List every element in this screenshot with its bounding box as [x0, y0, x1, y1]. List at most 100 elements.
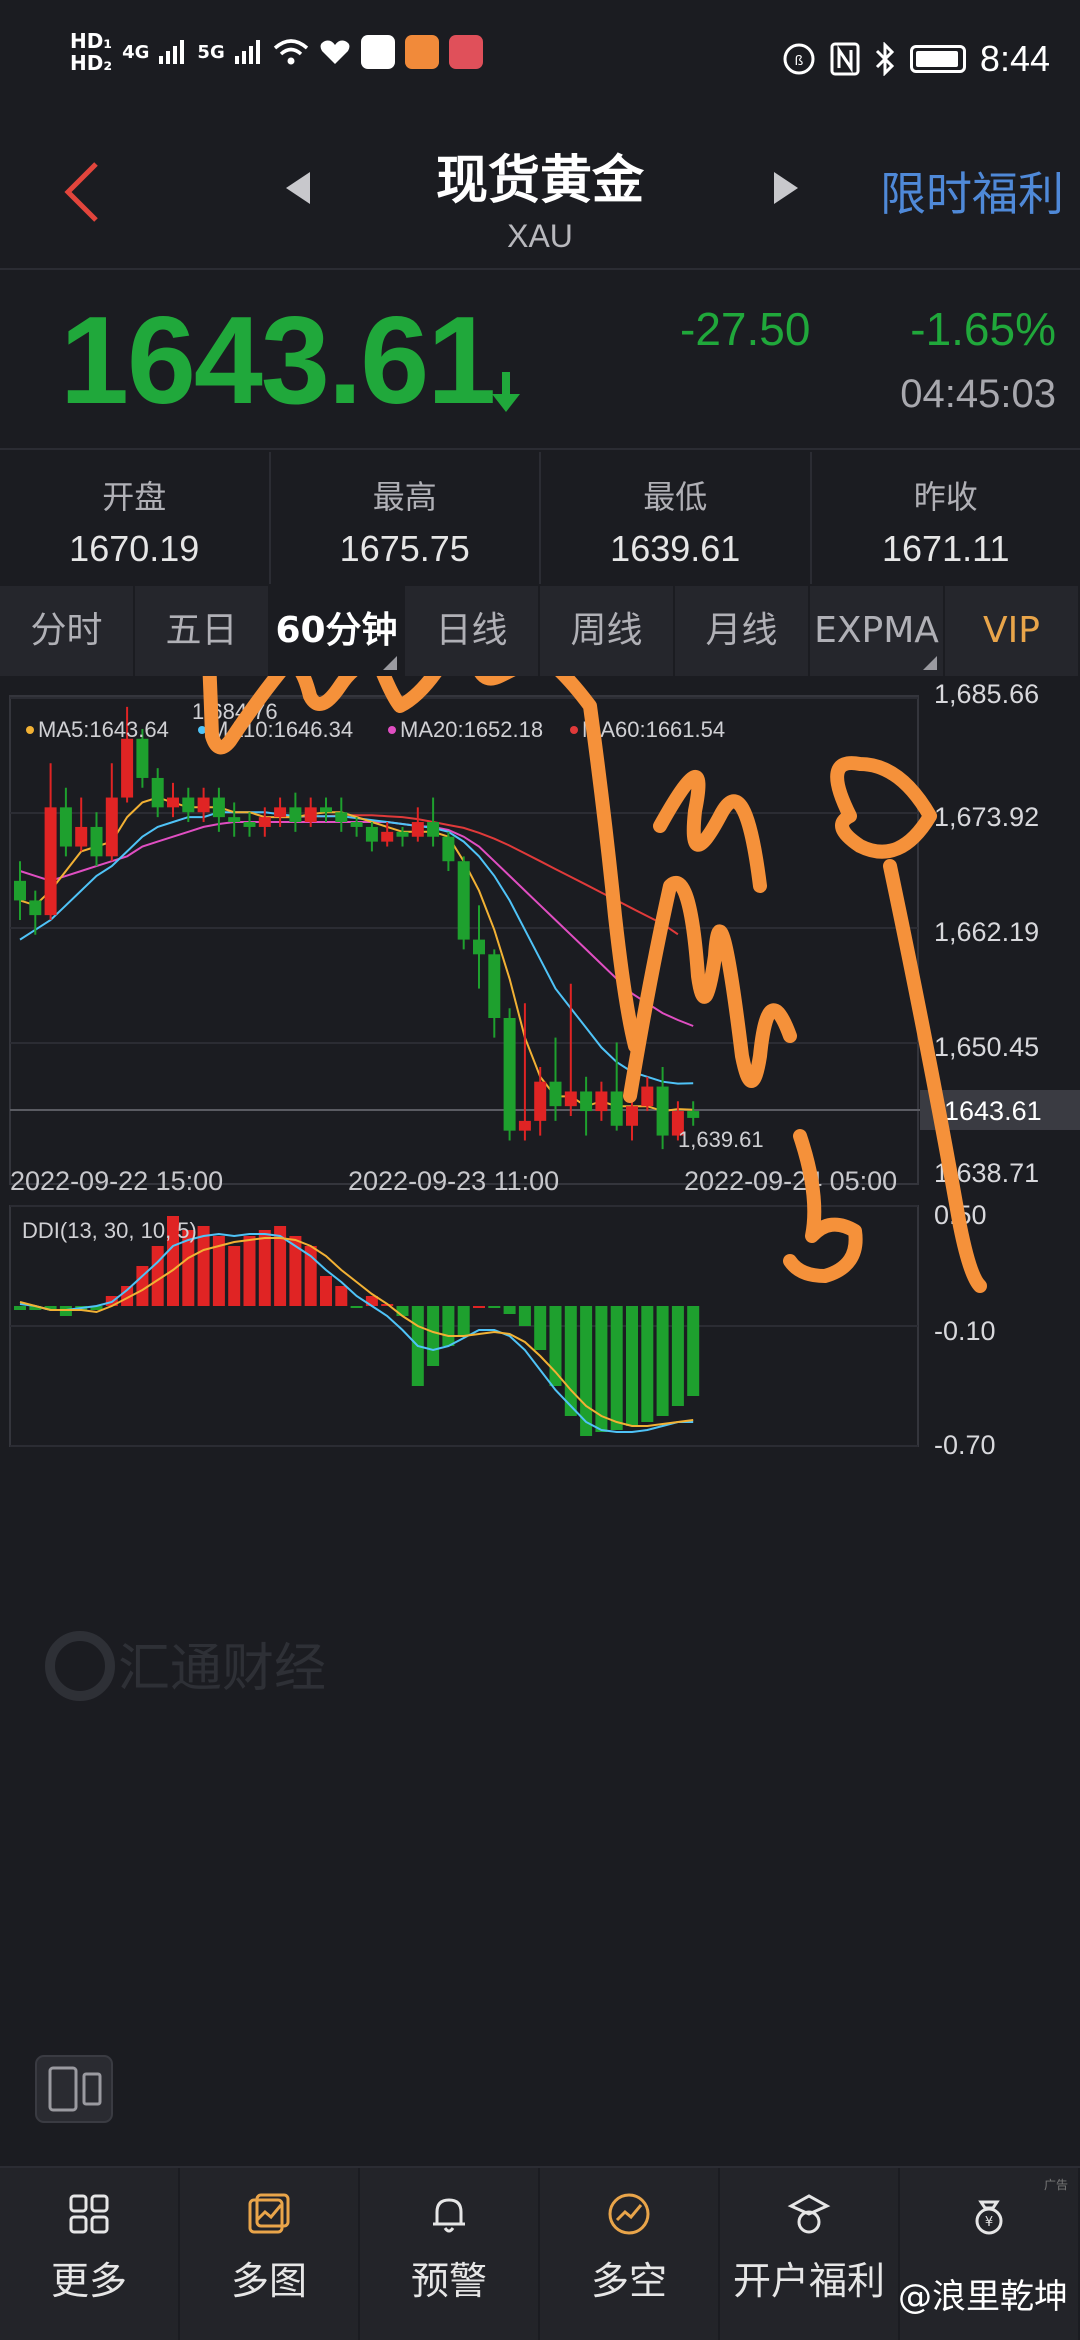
ddi-bar: [488, 1306, 501, 1308]
signal-bars-icon: [234, 40, 260, 64]
stat-value: 1675.75: [339, 528, 470, 569]
candle-body: [427, 822, 440, 837]
ddi-bar: [626, 1306, 638, 1426]
candle-body: [289, 807, 302, 823]
legend-label: MA20:1652.18: [400, 717, 543, 742]
candle-body: [687, 1111, 700, 1118]
candle-body: [29, 900, 42, 916]
candle-body: [304, 807, 317, 823]
ddi-bar: [396, 1306, 409, 1316]
candle-body: [335, 812, 348, 823]
price-change: -27.50: [680, 303, 811, 355]
tab-weekly[interactable]: 周线: [540, 586, 675, 676]
candlestick-chart[interactable]: 汇通财经 MA5:1643.64 MA10:1646.34 MA20:1652.18…: [0, 676, 1080, 2166]
candle-body: [243, 822, 256, 827]
candle-body: [564, 1091, 577, 1107]
price-change-percent: -1.65%: [910, 303, 1056, 355]
tab-expma[interactable]: EXPMA: [810, 586, 945, 676]
legend-label: MA60:1661.54: [582, 717, 725, 742]
candle-body: [365, 826, 378, 842]
ddi-bar: [151, 1246, 164, 1306]
candle-body: [442, 836, 455, 862]
y-tick-label: 1,662.19: [934, 917, 1039, 947]
ddi-bar: [687, 1306, 700, 1396]
legend-label: MA5:1643.64: [38, 717, 169, 742]
account-gift-icon: [787, 2194, 831, 2234]
ddi-bar: [641, 1306, 654, 1422]
legend-dot: [26, 726, 34, 734]
ma-legend: MA5:1643.64 MA10:1646.34 MA20:1652.18 MA60:…: [26, 717, 725, 742]
candle-body: [320, 807, 332, 813]
candle-body: [381, 831, 394, 842]
candle-body: [396, 831, 409, 837]
nfc-icon: [830, 42, 860, 76]
tab-intraday[interactable]: 分时: [0, 586, 135, 676]
candle-body: [656, 1086, 669, 1136]
stat-prev-close: 昨收 1671.11: [812, 452, 1080, 584]
candle-body: [534, 1081, 547, 1121]
nav-alert[interactable]: 预警: [360, 2168, 540, 2340]
candle-body: [641, 1086, 654, 1107]
ddi-bar: [442, 1306, 455, 1346]
tab-60min[interactable]: 60分钟: [270, 586, 405, 676]
quote-panel: 1643.61 -27.50 -1.65% 04:45:03: [0, 272, 1080, 450]
tab-vip[interactable]: VIP: [945, 586, 1080, 676]
period-tabs: 分时 五日 60分钟 日线 周线 月线 EXPMA VIP: [0, 586, 1080, 676]
tab-daily[interactable]: 日线: [405, 586, 540, 676]
bottom-nav: 更多 多图 预警 多空 开户福利 广告 ¥ @浪里乾坤: [0, 2166, 1080, 2340]
svg-text:¥: ¥: [985, 2215, 993, 2230]
candle-body: [59, 807, 72, 847]
svg-text:ß: ß: [795, 52, 804, 68]
ma20-line: [19, 821, 694, 1027]
candle-body: [197, 797, 210, 813]
low-price-label: 1,639.61: [678, 1127, 764, 1152]
bell-icon: [433, 2198, 465, 2233]
nav-open-account[interactable]: 开户福利: [720, 2168, 900, 2340]
chart-area[interactable]: 汇通财经 MA5:1643.64 MA10:1646.34 MA20:1652.18…: [0, 676, 1080, 2166]
x-tick-label: 2022-09-24 05:00: [684, 1166, 897, 1196]
nav-label-alert: 预警: [410, 2259, 487, 2303]
nav-multichart[interactable]: 多图: [180, 2168, 360, 2340]
ddi-y-tick-label: -0.70: [934, 1430, 996, 1460]
ddi-bar: [564, 1306, 577, 1416]
candle-body: [610, 1091, 623, 1126]
candle-body: [90, 826, 103, 857]
tab-five-day[interactable]: 五日: [135, 586, 270, 676]
nav-bull-bear[interactable]: 多空: [540, 2168, 720, 2340]
status-bar: HD₁ HD₂ 4G 5G ß 8:44: [0, 0, 1080, 108]
reader-app-icon: [448, 35, 483, 69]
next-instrument-icon[interactable]: [772, 168, 802, 208]
promo-link[interactable]: 限时福利: [880, 158, 1064, 224]
ddi-bar: [258, 1230, 271, 1306]
stat-low: 最低 1639.61: [541, 452, 812, 584]
ddi-y-tick-label: -0.10: [934, 1316, 996, 1346]
quote-time: 04:45:03: [900, 372, 1056, 416]
ddi-bar: [503, 1306, 516, 1314]
stat-high: 最高 1675.75: [271, 452, 541, 584]
candle-body: [473, 939, 485, 955]
hd1-label: HD₁: [70, 29, 113, 53]
money-bag-icon: ¥: [975, 2200, 1003, 2235]
signal-5g-label: 5G: [197, 41, 225, 63]
health-app-icon: [404, 35, 439, 69]
ddi-bar: [427, 1306, 440, 1366]
weibo-credit: @浪里乾坤: [898, 2277, 1068, 2317]
status-right: ß 8:44: [782, 38, 1050, 80]
ddi-line-2: [19, 1232, 694, 1433]
candle-body: [580, 1091, 593, 1112]
stats-row: 开盘 1670.19 最高 1675.75 最低 1639.61 昨收 1671…: [0, 452, 1080, 584]
tab-monthly[interactable]: 月线: [675, 586, 810, 676]
ddi-bar: [656, 1306, 669, 1416]
nav-more[interactable]: 更多: [0, 2168, 180, 2340]
candle-body: [626, 1106, 638, 1126]
candle-body: [258, 817, 271, 827]
candle-body: [167, 797, 179, 808]
ddi-bar: [549, 1306, 562, 1386]
moving-average-lines: [19, 796, 694, 1113]
wifi-icon: [273, 39, 308, 65]
stat-value: 1639.61: [610, 528, 741, 569]
ddi-bar: [534, 1306, 547, 1350]
stat-value: 1670.19: [69, 528, 200, 569]
ddi-bar: [228, 1246, 241, 1306]
hd2-label: HD₂: [70, 51, 113, 75]
